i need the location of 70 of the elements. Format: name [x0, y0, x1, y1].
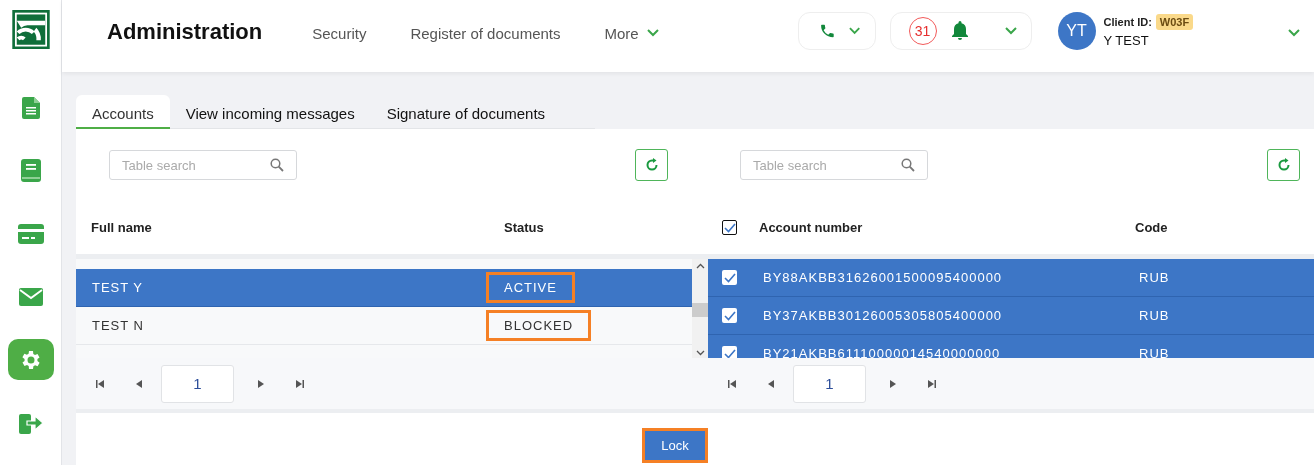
document-icon — [21, 96, 40, 119]
exit-icon — [18, 411, 43, 434]
tab[interactable]: View incoming messages — [169, 95, 371, 129]
chevron-down-icon — [849, 27, 861, 35]
page-title: Administration — [107, 19, 263, 45]
first-page-icon[interactable] — [728, 379, 736, 388]
last-page-icon[interactable] — [296, 379, 304, 388]
table-row[interactable]: TEST N BLOCKED — [76, 307, 692, 345]
first-page-icon[interactable] — [96, 379, 104, 388]
chevron-down-icon — [1004, 27, 1017, 35]
scroll-up-icon[interactable] — [695, 263, 705, 269]
table-row[interactable]: BY21AKBB61110000014540000000 RUB — [708, 335, 1314, 358]
chevron-down-icon — [646, 29, 659, 37]
refresh-button[interactable] — [635, 149, 668, 181]
page-field[interactable]: 1 — [793, 364, 866, 403]
table-cell: RUB — [1139, 308, 1170, 323]
scrollbar[interactable] — [692, 259, 708, 358]
column-header[interactable]: Full name — [76, 220, 488, 235]
book-icon — [20, 159, 41, 183]
notifications-menu[interactable]: 31 — [889, 12, 1032, 50]
lock-button[interactable]: Lock — [642, 428, 708, 463]
checkbox[interactable] — [722, 346, 737, 358]
logo-icon[interactable] — [9, 10, 52, 50]
user-avatar[interactable]: YT — [1057, 12, 1096, 50]
bell-icon — [950, 21, 969, 41]
table-cell: RUB — [1139, 270, 1170, 285]
more-menu[interactable]: More — [604, 24, 659, 42]
column-header[interactable]: Account number — [759, 220, 1135, 235]
checkbox[interactable] — [722, 270, 737, 285]
user-name: Y TEST — [1103, 33, 1150, 48]
nav-link[interactable]: Security — [312, 24, 367, 42]
nav-link[interactable]: Register of documents — [410, 24, 561, 42]
table-row[interactable]: BY88AKBB31626001500095400000 RUB — [708, 259, 1314, 297]
tab[interactable]: Accounts — [76, 95, 170, 129]
table-row[interactable]: TEST Y ACTIVE — [76, 269, 692, 307]
refresh-button[interactable] — [1267, 149, 1300, 181]
scroll-down-icon[interactable] — [695, 350, 705, 356]
sidebar-item[interactable] — [7, 339, 54, 381]
table-cell: RUB — [1139, 346, 1170, 358]
previous-page-icon[interactable] — [136, 379, 142, 388]
checkbox[interactable] — [722, 220, 737, 235]
search-icon — [270, 158, 284, 172]
table-cell-text: TEST Y — [91, 280, 145, 295]
table-cell-text: BY37AKBB30126005305805400000 — [763, 308, 1004, 323]
last-page-icon[interactable] — [928, 379, 936, 388]
mail-icon — [18, 287, 43, 306]
search-icon — [901, 158, 915, 172]
phone-menu[interactable] — [797, 12, 876, 50]
client-id-label: Client ID: — [1103, 16, 1152, 28]
table-row[interactable]: BY37AKBB30126005305805400000 RUB — [708, 297, 1314, 335]
previous-page-icon[interactable] — [768, 379, 774, 388]
table-cell-text: TEST N — [91, 318, 145, 333]
column-header[interactable]: Code — [1135, 220, 1168, 235]
table-cell-text: BY88AKBB31626001500095400000 — [763, 270, 1004, 285]
client-id-badge: W03F — [1155, 14, 1194, 30]
card-icon — [17, 223, 44, 244]
status-cell: ACTIVE — [486, 272, 575, 303]
status-cell: BLOCKED — [486, 310, 592, 341]
refresh-icon — [644, 158, 659, 172]
chevron-down-icon — [1288, 29, 1300, 37]
page-field[interactable]: 1 — [161, 364, 234, 403]
phone-icon — [818, 22, 836, 40]
tab[interactable]: Signature of documents — [370, 95, 562, 129]
column-header[interactable]: Status — [504, 220, 544, 235]
table-cell-text: BY21AKBB61110000014540000000 — [763, 346, 1002, 358]
next-page-icon[interactable] — [258, 379, 264, 388]
scroll-thumb[interactable] — [692, 302, 708, 317]
checkbox[interactable] — [722, 308, 737, 323]
next-page-icon[interactable] — [890, 379, 896, 388]
refresh-icon — [1276, 158, 1291, 172]
